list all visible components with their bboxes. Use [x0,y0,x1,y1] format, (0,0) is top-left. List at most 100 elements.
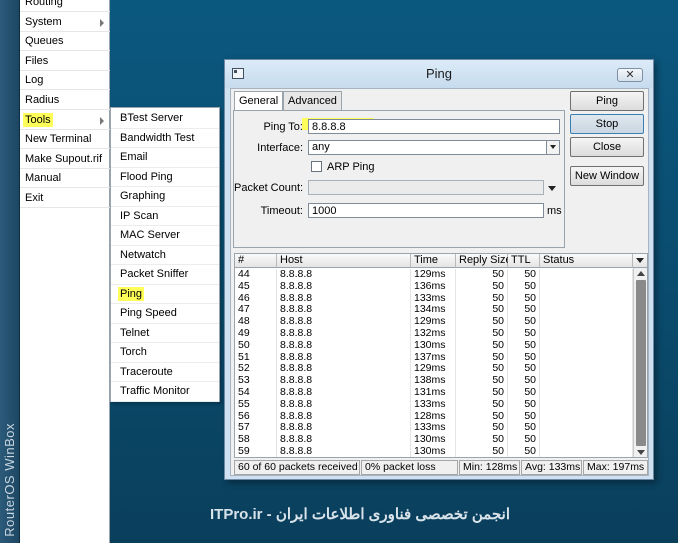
arp-ping-label: ARP Ping [327,161,375,173]
tools-item-traceroute[interactable]: Traceroute [111,363,219,382]
ping-window: Ping ✕ General Advanced Ping To: Interfa… [224,59,654,480]
menu-item-routing[interactable]: Routing [20,0,110,12]
tools-item-ip-scan[interactable]: IP Scan [111,207,219,226]
menu-item-system[interactable]: System [20,13,110,32]
col-header-host[interactable]: Host [277,254,411,268]
cell-status [540,269,633,281]
window-close-button[interactable]: ✕ [617,68,643,82]
packet-count-dropdown-arrow-icon[interactable] [548,186,556,191]
tools-item-bandwidth-test[interactable]: Bandwidth Test [111,129,219,148]
menu-item-radius[interactable]: Radius [20,91,110,110]
watermark: ITPro.ir - انجمن تخصصی فناوری اطلاعات ای… [210,506,510,523]
table-scrollbar[interactable] [633,268,647,457]
table-row[interactable]: 55 8.8.8.8 133ms 50 50 [235,398,633,411]
new-window-button[interactable]: New Window [570,166,644,186]
window-title: Ping [425,66,453,81]
column-menu-arrow-icon[interactable] [633,254,647,268]
table-row[interactable]: 50 8.8.8.8 130ms 50 50 [235,339,633,352]
menu-item-make-supout-rif[interactable]: Make Supout.rif [20,150,110,169]
menu-item-tools[interactable]: Tools [20,111,110,130]
col-header-ttl[interactable]: TTL [508,254,540,268]
tools-item-label: Flood Ping [120,170,173,183]
status-bar: 60 of 60 packets received 0% packet loss… [234,460,648,475]
interface-select[interactable]: any [308,140,560,155]
cell-ttl: 50 [508,280,540,293]
menu-item-label: Files [25,54,49,67]
status-min: Min: 128ms [459,460,520,475]
arp-ping-checkbox[interactable] [311,161,322,172]
timeout-unit: ms [547,205,562,217]
tools-item-packet-sniffer[interactable]: Packet Sniffer [111,265,219,285]
menu-item-log[interactable]: Log [20,71,110,91]
tools-item-email[interactable]: Email [111,148,219,168]
timeout-input[interactable] [308,203,544,218]
cell-status [540,280,633,293]
menu-item-exit[interactable]: Exit [20,189,110,208]
tools-item-flood-ping[interactable]: Flood Ping [111,168,219,187]
close-button[interactable]: Close [570,137,644,157]
menu-item-label: Routing [25,0,63,8]
menu-item-label: System [25,15,62,28]
menu-item-queues[interactable]: Queues [20,32,110,52]
ping-to-input[interactable] [308,119,560,134]
status-max: Max: 197ms [583,460,648,475]
packet-count-input[interactable] [308,180,544,195]
tools-item-label: Packet Sniffer [120,268,189,280]
cell-status [540,339,633,352]
menu-item-label: Manual [25,172,62,185]
cell-reply-size: 50 [456,446,508,457]
tools-item-torch[interactable]: Torch [111,343,219,363]
general-form: Ping To: Interface: any ARP Ping Packet … [233,110,565,248]
tools-item-label: Traceroute [120,365,173,378]
tab-advanced[interactable]: Advanced [283,91,342,110]
cell-status [540,375,633,388]
cell-host: 8.8.8.8 [277,446,411,457]
table-row[interactable]: 45 8.8.8.8 136ms 50 50 [235,280,633,293]
menu-item-manual[interactable]: Manual [20,169,110,189]
menu-item-new-terminal[interactable]: New Terminal [20,130,110,150]
cell-number: 45 [235,280,277,293]
status-received: 60 of 60 packets received [234,460,360,475]
tools-item-netwatch[interactable]: Netwatch [111,246,219,265]
cell-time: 133ms [411,398,456,411]
tools-item-label: Bandwidth Test [120,131,195,144]
tools-item-ping-speed[interactable]: Ping Speed [111,304,219,324]
col-header-number[interactable]: # [235,254,277,268]
scroll-down-icon[interactable] [637,450,645,455]
timeout-label: Timeout: [260,205,303,217]
tools-item-telnet[interactable]: Telnet [111,324,219,343]
tools-item-btest-server[interactable]: BTest Server [111,109,219,129]
tools-item-label: Telnet [120,326,150,339]
tools-item-label: BTest Server [120,112,183,124]
cell-reply-size: 50 [456,339,508,352]
cell-number: 59 [235,446,277,457]
cell-status [540,316,633,329]
tab-general[interactable]: General [234,91,284,111]
winbox-brand-label: RouterOS WinBox [2,423,17,537]
cell-time: 136ms [411,280,456,293]
cell-time: 130ms [411,446,456,457]
cell-status [540,410,633,423]
ping-button[interactable]: Ping [570,91,644,111]
cell-host: 8.8.8.8 [277,280,411,293]
tools-item-traffic-monitor[interactable]: Traffic Monitor [111,382,219,402]
tools-item-mac-server[interactable]: MAC Server [111,226,219,246]
col-header-time[interactable]: Time [411,254,456,268]
tools-item-ping[interactable]: Ping [111,285,219,304]
col-header-status[interactable]: Status [540,254,633,268]
menu-item-label: Radius [25,94,60,106]
stop-button[interactable]: Stop [570,114,644,134]
tools-item-graphing[interactable]: Graphing [111,187,219,207]
tools-item-label: Email [120,151,148,163]
tools-item-label: Graphing [120,190,166,202]
ping-titlebar[interactable]: Ping ✕ [225,60,653,88]
col-header-reply-size[interactable]: Reply Size [456,254,512,268]
tools-item-label: Netwatch [120,248,166,261]
interface-dropdown-arrow-icon[interactable] [546,141,559,154]
cell-host: 8.8.8.8 [277,339,411,352]
status-loss: 0% packet loss [361,460,458,475]
table-row[interactable]: 59 8.8.8.8 130ms 50 50 [235,446,633,457]
scroll-up-icon[interactable] [637,271,645,276]
menu-item-files[interactable]: Files [20,52,110,71]
scroll-thumb[interactable] [636,280,646,446]
